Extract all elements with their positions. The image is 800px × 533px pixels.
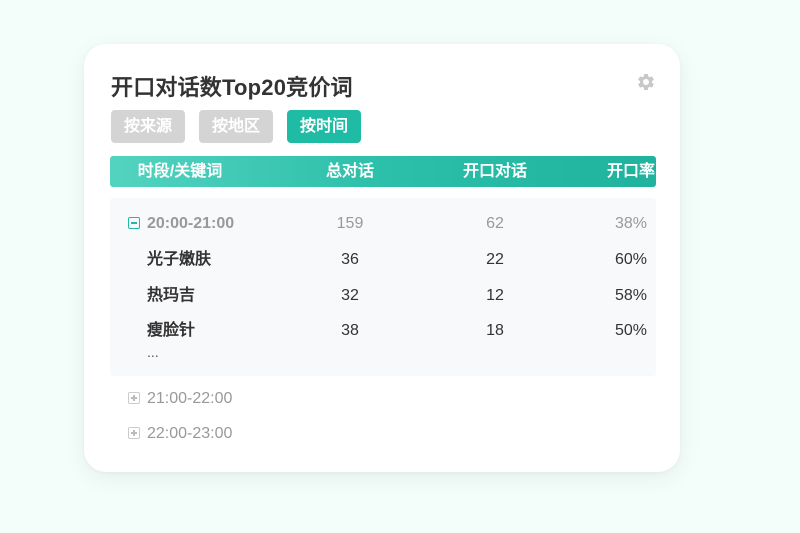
expanded-group: 20:00-21:00 159 62 38% 光子嫩肤 36 22 60% 热玛…	[110, 198, 656, 376]
plus-square-icon[interactable]	[128, 427, 140, 439]
table-row: 光子嫩肤 36 22 60%	[110, 246, 656, 274]
total-cell: 38	[341, 322, 359, 339]
keyword-cell: 热玛吉	[147, 287, 196, 304]
rate-cell: 50%	[614, 322, 648, 339]
widget-card: 开口对话数Top20竞价词 按来源 按地区 按时间 时段/关键词 总对话 开口对…	[84, 44, 680, 472]
table-header: 时段/关键词 总对话 开口对话 开口率	[110, 156, 656, 187]
group-period: 20:00-21:00	[147, 215, 235, 232]
group-open: 62	[486, 215, 504, 232]
header-open: 开口对话	[462, 163, 527, 180]
rate-cell: 58%	[614, 287, 648, 304]
collapsed-group-row[interactable]: 22:00-23:00	[110, 420, 656, 448]
header-rate: 开口率	[606, 163, 655, 180]
gear-icon[interactable]	[636, 72, 656, 92]
open-cell: 12	[486, 287, 504, 304]
group-rate: 38%	[614, 215, 648, 232]
group-period: 21:00-22:00	[147, 390, 233, 407]
minus-square-icon[interactable]	[128, 217, 140, 229]
keyword-cell: 光子嫩肤	[147, 251, 212, 268]
group-period: 22:00-23:00	[147, 425, 233, 442]
table-row: 瘦脸针 38 18 50%	[110, 317, 656, 345]
group-row[interactable]: 20:00-21:00 159 62 38%	[110, 210, 656, 238]
collapsed-group-row[interactable]: 21:00-22:00	[110, 385, 656, 413]
total-cell: 36	[341, 251, 359, 268]
open-cell: 22	[486, 251, 504, 268]
more-rows-indicator: ...	[147, 344, 159, 360]
tab-by-source[interactable]: 按来源	[111, 110, 186, 143]
open-cell: 18	[486, 322, 504, 339]
rate-cell: 60%	[614, 251, 648, 268]
keyword-cell: 瘦脸针	[147, 322, 196, 339]
plus-square-icon[interactable]	[128, 392, 140, 404]
tab-bar: 按来源 按地区 按时间	[111, 110, 362, 143]
card-title: 开口对话数Top20竞价词	[111, 75, 353, 100]
header-total: 总对话	[325, 163, 374, 180]
total-cell: 32	[341, 287, 359, 304]
tab-by-region[interactable]: 按地区	[199, 110, 274, 143]
tab-by-time[interactable]: 按时间	[287, 110, 362, 143]
group-total: 159	[336, 215, 364, 232]
header-period-keyword: 时段/关键词	[137, 163, 223, 180]
table-row: 热玛吉 32 12 58%	[110, 282, 656, 310]
